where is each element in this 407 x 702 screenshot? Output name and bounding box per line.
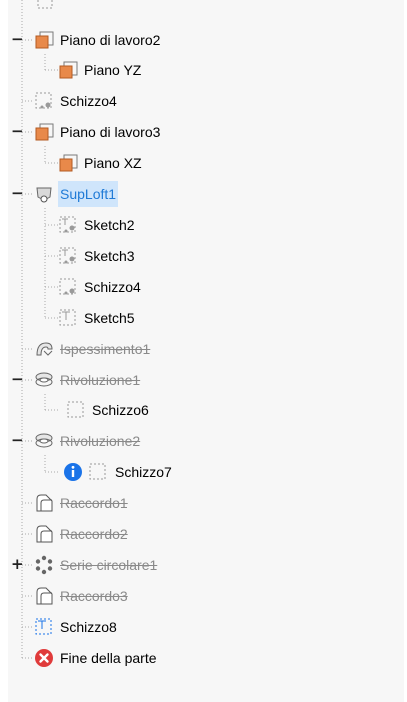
tree-item-label: Piano XZ: [84, 155, 142, 171]
sketch-blue-icon: [35, 618, 52, 635]
fillet-icon: [36, 587, 53, 605]
fillet-icon: [36, 525, 53, 543]
sketch-icon: [59, 278, 76, 295]
tree-item-label: Schizzo8: [60, 619, 117, 635]
sketch-points-icon: [59, 309, 76, 326]
thicken-icon: [36, 342, 53, 356]
collapse-toggle[interactable]: −: [11, 181, 24, 207]
tree-item-label: Rivoluzione1: [60, 372, 141, 388]
tree-item-label: Fine della parte: [60, 650, 157, 666]
tree-item-label: Raccordo1: [60, 495, 128, 511]
workplane-icon: [35, 31, 54, 49]
empty-sketch-icon: [67, 401, 84, 418]
tree-item-label: Schizzo4: [60, 93, 117, 109]
revolve-icon: [35, 372, 53, 387]
plane-icon: [59, 154, 78, 172]
collapse-toggle[interactable]: −: [11, 27, 24, 53]
tree-item-label: Sketch3: [84, 248, 135, 264]
fillet-icon: [36, 494, 53, 512]
model-tree-panel: Sketch1 − Piano di lavoro2 Piano YZ Schi…: [8, 0, 404, 702]
tree-item-label: Piano di lavoro2: [60, 32, 161, 48]
tree-item-label: Rivoluzione2: [60, 433, 141, 449]
expand-toggle[interactable]: +: [11, 552, 24, 578]
collapse-toggle[interactable]: −: [11, 367, 24, 393]
tree-item-label: Sketch5: [84, 310, 135, 326]
collapse-toggle[interactable]: −: [11, 428, 24, 454]
tree-item-label: Sketch2: [84, 217, 135, 233]
circular-pattern-icon: [35, 555, 53, 575]
info-icon[interactable]: [63, 462, 83, 482]
tree-item-label: Ispessimento1: [60, 341, 151, 357]
loft-surface-icon: [36, 187, 52, 203]
tree-item-label: Sketch1: [64, 0, 119, 8]
plane-icon: [59, 61, 78, 79]
tree-item-label: Piano di lavoro3: [60, 124, 161, 140]
tree-item-label: Serie circolare1: [60, 557, 158, 573]
sketch-icon: [35, 92, 52, 109]
sketch-constraint-icon: [59, 247, 76, 264]
workplane-icon: [35, 123, 54, 141]
tree-item-label: Raccordo2: [60, 526, 128, 542]
tree-item-label: Schizzo6: [92, 402, 149, 418]
tree-item-label: Piano YZ: [84, 62, 142, 78]
tree-item-label: Schizzo4: [84, 279, 141, 295]
empty-sketch-icon: [89, 463, 106, 480]
sketch-constraint-icon: [59, 216, 76, 233]
revolve-icon: [35, 433, 53, 448]
tree-item-label: Schizzo7: [115, 464, 172, 480]
tree-item-label: Raccordo3: [60, 588, 128, 604]
partial-sketch-icon: [37, 0, 53, 9]
collapse-toggle[interactable]: −: [11, 119, 24, 145]
tree-item-label: SupLoft1: [58, 181, 119, 207]
end-of-part-icon: [35, 649, 53, 667]
